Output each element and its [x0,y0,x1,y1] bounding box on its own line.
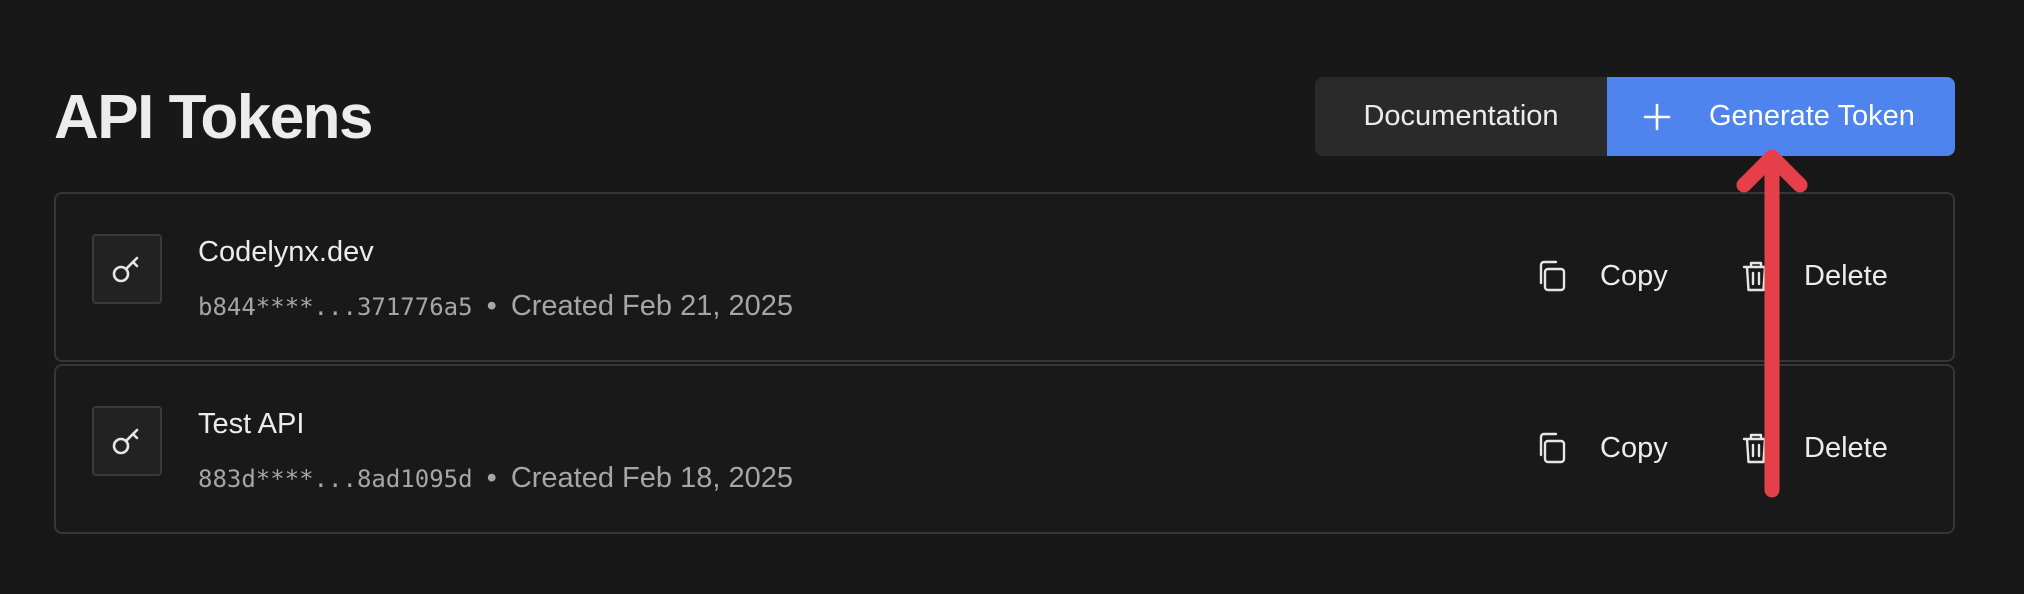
token-name: Codelynx.dev [198,236,374,268]
page-title: API Tokens [54,83,374,152]
copy-icon [1539,260,1566,292]
key-icon [112,256,139,283]
key-icon-box [92,406,162,476]
token-row: Test API 883d****...8ad1095d • Created F… [54,364,1955,534]
token-meta: 883d****...8ad1095d • Created Feb 18, 20… [198,460,793,497]
token-meta: b844****...371776a5 • Created Feb 21, 20… [198,288,793,325]
delete-button[interactable]: Delete [1738,426,1888,470]
meta-separator: • [486,290,497,322]
token-name: Test API [198,408,305,440]
delete-button-label: Delete [1804,431,1888,464]
trash-icon [1742,261,1770,292]
plus-icon [1643,103,1671,130]
created-date: Created Feb 21, 2025 [510,290,793,322]
documentation-button[interactable]: Documentation [1315,77,1607,156]
token-row: Codelynx.dev b844****...371776a5 • Creat… [54,192,1955,362]
documentation-button-label: Documentation [1363,100,1559,132]
copy-button-label: Copy [1600,259,1668,292]
trash-icon [1742,433,1770,464]
token-list: Codelynx.dev b844****...371776a5 • Creat… [54,192,1955,536]
delete-button[interactable]: Delete [1738,254,1888,298]
masked-key: 883d****...8ad1095d [198,465,473,493]
copy-button[interactable]: Copy [1534,426,1668,470]
copy-button[interactable]: Copy [1534,254,1668,298]
key-icon [112,428,139,455]
copy-icon [1539,432,1566,464]
masked-key: b844****...371776a5 [198,293,473,321]
delete-button-label: Delete [1804,259,1888,292]
meta-separator: • [486,462,497,494]
api-tokens-page: API Tokens Documentation Generate Token … [0,0,2024,594]
copy-button-label: Copy [1600,431,1668,464]
generate-token-button-label: Generate Token [1709,100,1915,132]
created-date: Created Feb 18, 2025 [510,462,793,494]
header-actions: Documentation Generate Token [1315,77,1955,156]
generate-token-button[interactable]: Generate Token [1607,77,1955,156]
key-icon-box [92,234,162,304]
